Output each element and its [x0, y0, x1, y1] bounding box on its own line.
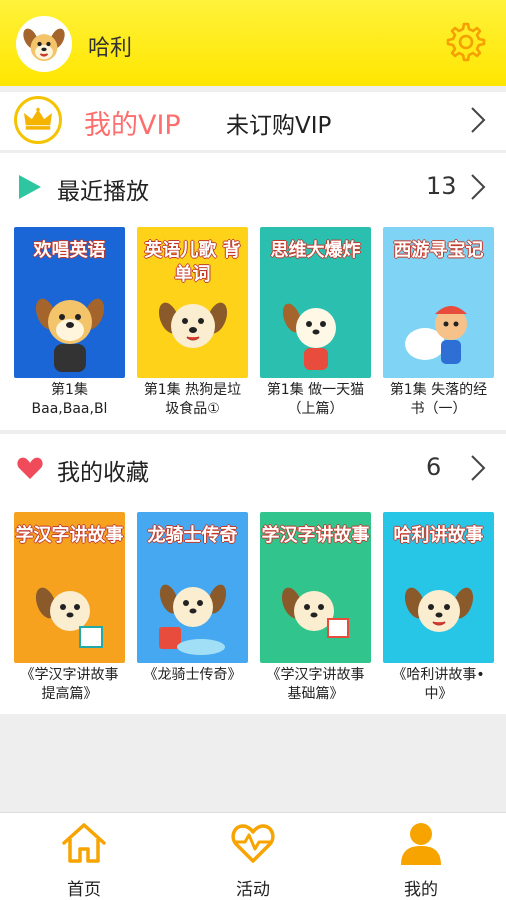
favorites-count: 6	[426, 453, 442, 481]
video-thumbnail: 思维大爆炸	[260, 227, 371, 378]
nav-home[interactable]: 首页	[29, 819, 139, 900]
bottom-nav: 首页 活动 我的	[0, 812, 506, 900]
series-caption: 《学汉字讲故事基础篇》	[266, 667, 365, 702]
heart-icon	[17, 457, 43, 479]
dog-character-icon	[35, 587, 103, 648]
thumbnail-title: 思维大爆炸	[270, 240, 361, 261]
dog-character-icon	[282, 303, 336, 370]
vip-status: 未订购VIP	[226, 113, 332, 139]
series-thumbnail: 龙骑士传奇	[137, 512, 248, 663]
heartbeat-icon	[231, 824, 275, 863]
nav-activity[interactable]: 活动	[198, 819, 308, 900]
thumbnail-title: 欢唱英语	[33, 240, 106, 261]
series-caption: 《学汉字讲故事提高篇》	[20, 667, 119, 702]
gear-icon[interactable]	[442, 20, 486, 64]
series-thumbnail: 学汉字讲故事	[14, 512, 125, 663]
play-icon	[19, 175, 41, 199]
monkey-king-character-icon	[405, 306, 467, 364]
favorites-header[interactable]: 我的收藏 6	[0, 434, 506, 500]
favorite-card[interactable]: 哈利讲故事 《哈利讲故事•中》	[383, 512, 494, 704]
dog-character-icon	[404, 587, 474, 632]
thumbnail-title: 学汉字讲故事	[261, 525, 370, 546]
dog-character-icon	[281, 587, 349, 638]
profile-header: 哈利	[0, 0, 506, 86]
video-thumbnail: 英语儿歌 背单词	[137, 227, 248, 378]
chevron-right-icon	[471, 455, 486, 481]
recent-section: 最近播放 13 欢唱英语 第1集 Baa,Baa,Bl 英语儿歌 背单词 第1集…	[0, 153, 506, 430]
nav-home-label: 首页	[67, 880, 101, 900]
dog-character-icon	[159, 584, 227, 655]
thumbnail-title: 英语儿歌 背单词	[144, 240, 241, 285]
recent-title: 最近播放	[57, 179, 149, 205]
episode-caption: 第1集 做一天猫（上篇）	[266, 382, 365, 417]
favorite-card[interactable]: 龙骑士传奇 《龙骑士传奇》	[137, 512, 248, 704]
username: 哈利	[88, 36, 133, 61]
recent-card[interactable]: 欢唱英语 第1集 Baa,Baa,Bl	[14, 227, 125, 419]
thumbnail-title: 学汉字讲故事	[15, 525, 124, 546]
favorite-card[interactable]: 学汉字讲故事 《学汉字讲故事基础篇》	[260, 512, 371, 704]
vip-title: 我的VIP	[84, 110, 181, 141]
favorite-card[interactable]: 学汉字讲故事 《学汉字讲故事提高篇》	[14, 512, 125, 704]
thumbnail-title: 西游寻宝记	[393, 240, 484, 261]
series-thumbnail: 哈利讲故事	[383, 512, 494, 663]
dog-avatar-icon[interactable]	[16, 16, 72, 72]
thumbnail-title: 哈利讲故事	[393, 525, 484, 546]
recent-header[interactable]: 最近播放 13	[0, 153, 506, 219]
nav-mine-label: 我的	[404, 880, 438, 900]
video-thumbnail: 西游寻宝记	[383, 227, 494, 378]
series-caption: 《哈利讲故事•中》	[392, 667, 485, 702]
recent-count: 13	[426, 172, 457, 200]
recent-card[interactable]: 思维大爆炸 第1集 做一天猫（上篇）	[260, 227, 371, 419]
dog-character-icon	[158, 302, 228, 348]
series-caption: 《龙骑士传奇》	[143, 667, 242, 683]
crown-icon	[14, 96, 62, 144]
thumbnail-title: 龙骑士传奇	[147, 525, 238, 546]
episode-caption: 第1集 Baa,Baa,Bl	[31, 382, 108, 417]
home-icon	[62, 823, 106, 863]
recent-card[interactable]: 英语儿歌 背单词 第1集 热狗是垃圾食品①	[137, 227, 248, 419]
favorites-section: 我的收藏 6 学汉字讲故事 《学汉字讲故事提高篇》 龙骑士传奇 《龙骑士传奇》 …	[0, 434, 506, 714]
dog-character-icon	[35, 298, 105, 372]
vip-row[interactable]: 我的VIP 未订购VIP	[0, 92, 506, 150]
nav-mine[interactable]: 我的	[366, 819, 476, 900]
chevron-right-icon	[471, 174, 486, 200]
episode-caption: 第1集 失落的经书（一）	[389, 382, 488, 417]
recent-card[interactable]: 西游寻宝记 第1集 失落的经书（一）	[383, 227, 494, 419]
person-icon	[401, 823, 441, 865]
episode-caption: 第1集 热狗是垃圾食品①	[143, 382, 242, 417]
nav-activity-label: 活动	[236, 880, 270, 900]
chevron-right-icon	[471, 107, 486, 133]
series-thumbnail: 学汉字讲故事	[260, 512, 371, 663]
video-thumbnail: 欢唱英语	[14, 227, 125, 378]
favorites-title: 我的收藏	[57, 460, 149, 486]
